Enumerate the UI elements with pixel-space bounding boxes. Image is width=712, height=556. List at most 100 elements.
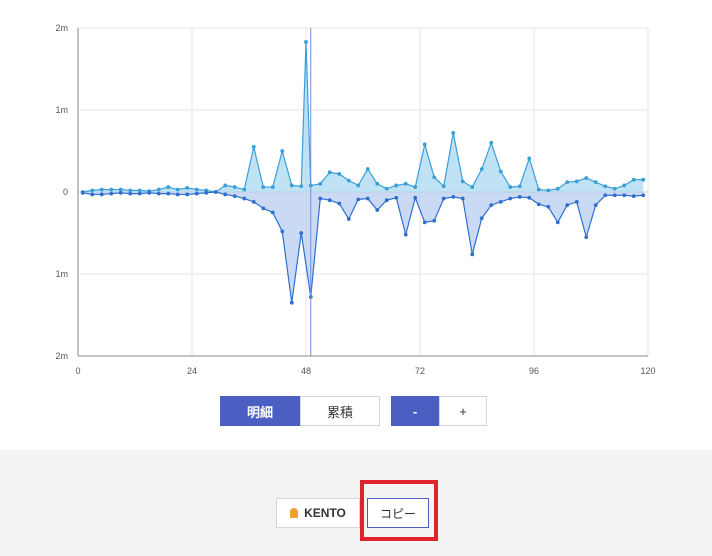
data-point [261, 185, 266, 189]
data-point [109, 187, 114, 192]
data-point [137, 191, 142, 196]
data-point [631, 177, 636, 182]
data-point [517, 184, 522, 189]
data-point [337, 172, 342, 176]
data-point [622, 183, 627, 188]
y-tick-label: 1m [55, 269, 68, 279]
data-point [90, 192, 95, 197]
data-point [128, 188, 133, 193]
x-tick-label: 120 [640, 366, 655, 376]
data-point [403, 232, 408, 237]
data-point [479, 216, 484, 221]
data-point [460, 179, 465, 184]
data-point [232, 194, 237, 199]
data-point [413, 195, 418, 200]
kento-label: KENTO [304, 506, 346, 520]
data-point [375, 181, 380, 186]
data-point [612, 193, 617, 198]
data-point [508, 185, 513, 189]
data-point [574, 179, 579, 184]
data-point [527, 195, 532, 200]
cumulative-mode-button[interactable]: 累積 [300, 396, 380, 426]
data-point [451, 131, 456, 135]
data-point [612, 186, 617, 191]
data-point [555, 220, 560, 225]
data-point [489, 203, 494, 208]
data-point [175, 187, 180, 192]
data-point [90, 188, 95, 193]
data-point [555, 186, 560, 191]
y-tick-label: 1m [55, 105, 68, 115]
data-point [536, 187, 541, 192]
data-point [251, 199, 256, 204]
data-point [356, 197, 361, 202]
zoom-out-button[interactable]: - [391, 396, 439, 426]
x-tick-label: 96 [529, 366, 539, 376]
data-point [384, 198, 389, 203]
data-point [603, 193, 608, 198]
data-point [365, 196, 370, 201]
series-area-2 [82, 192, 644, 303]
data-point [327, 170, 332, 175]
data-point [327, 198, 332, 203]
data-point [546, 204, 551, 209]
x-tick-label: 48 [301, 366, 311, 376]
data-point [574, 199, 579, 204]
data-point [185, 192, 190, 197]
data-point [118, 187, 123, 192]
y-tick-label: 2m [55, 351, 68, 361]
data-point [147, 190, 152, 195]
data-point [470, 252, 475, 257]
data-point [403, 181, 408, 186]
data-point [223, 183, 228, 188]
data-point [479, 167, 484, 171]
data-point [451, 195, 456, 199]
data-point [536, 202, 541, 207]
data-point [299, 184, 304, 189]
data-point [470, 185, 475, 189]
data-point [137, 188, 142, 193]
detail-mode-button[interactable]: 明細 [220, 396, 300, 426]
data-point [622, 193, 627, 198]
data-point [432, 218, 437, 223]
data-point [441, 184, 446, 189]
data-point [460, 196, 465, 201]
data-point [394, 183, 399, 188]
data-point [270, 185, 275, 189]
data-point [593, 203, 598, 208]
data-point [166, 185, 171, 189]
data-point [175, 192, 180, 197]
data-point [432, 175, 437, 180]
data-point [156, 187, 161, 192]
data-point [118, 190, 123, 195]
data-point [318, 196, 323, 201]
series-line-1 [82, 41, 644, 193]
zoom-in-button[interactable]: + [439, 396, 487, 426]
data-point [631, 194, 636, 199]
y-tick-label: 0 [63, 187, 68, 197]
data-point [546, 188, 551, 193]
data-point [156, 191, 161, 196]
x-tick-label: 24 [187, 366, 197, 376]
data-point [346, 178, 351, 183]
data-point [489, 140, 494, 145]
data-point [304, 40, 308, 44]
series-area-1 [82, 41, 644, 192]
data-point [508, 196, 513, 201]
y-tick-label: 2m [55, 23, 68, 33]
chart-area: 0 24 48 72 96 120 2m 1m 0 1m 2m [0, 0, 712, 385]
kento-button[interactable]: KENTO [276, 498, 360, 528]
data-point [194, 187, 199, 192]
data-point [603, 184, 608, 189]
data-point [99, 187, 104, 192]
data-point [194, 191, 199, 196]
data-point [356, 183, 361, 188]
data-point [232, 185, 237, 189]
data-point [99, 192, 104, 197]
data-point [413, 185, 418, 189]
data-point [422, 220, 427, 225]
data-point [280, 229, 285, 234]
data-point [641, 177, 646, 182]
x-tick-label: 0 [75, 366, 80, 376]
bell-icon [290, 508, 299, 518]
